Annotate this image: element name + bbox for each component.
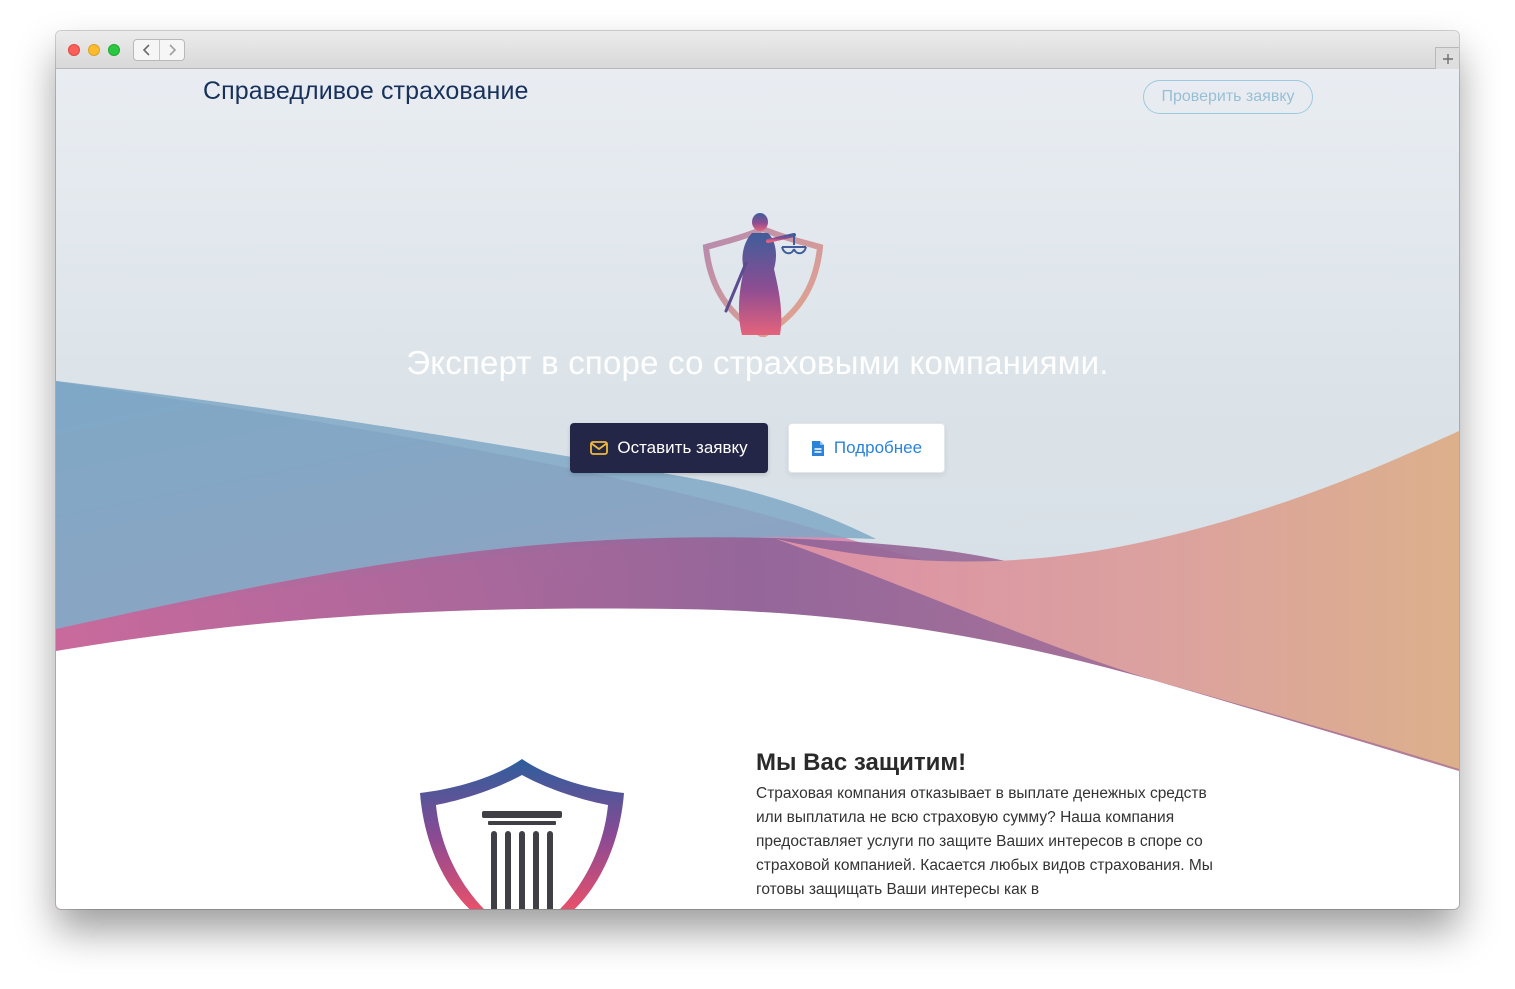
chevron-left-icon [142,44,150,56]
more-info-label: Подробнее [833,438,923,457]
about-title: Мы Вас защитим! [756,749,967,776]
back-button[interactable] [134,40,159,60]
site-brand[interactable]: Справедливое страхование [203,77,529,106]
themis-justice-icon [702,213,824,337]
new-tab-button[interactable] [1435,47,1459,69]
close-window-button[interactable] [68,44,80,56]
forward-button[interactable] [159,40,184,60]
maximize-window-button[interactable] [108,44,120,56]
chevron-right-icon [169,44,177,56]
minimize-window-button[interactable] [88,44,100,56]
page-viewport: Справедливое страхование Проверить заявк… [56,69,1459,909]
submit-application-label: Оставить заявку [617,438,748,457]
shield-column-icon [420,759,624,909]
browser-window: Справедливое страхование Проверить заявк… [56,31,1459,909]
more-info-button[interactable]: Подробнее [788,423,945,473]
about-text: Страховая компания отказывает в выплате … [756,785,1213,898]
document-icon [811,440,824,456]
plus-icon [1442,53,1453,64]
submit-application-button[interactable]: Оставить заявку [570,423,768,473]
check-application-button[interactable]: Проверить заявку [1143,80,1313,114]
navigation-buttons [133,39,185,61]
hero-title: Эксперт в споре со страховыми компаниями… [406,344,1109,381]
browser-titlebar [56,31,1459,69]
envelope-icon [590,441,609,455]
